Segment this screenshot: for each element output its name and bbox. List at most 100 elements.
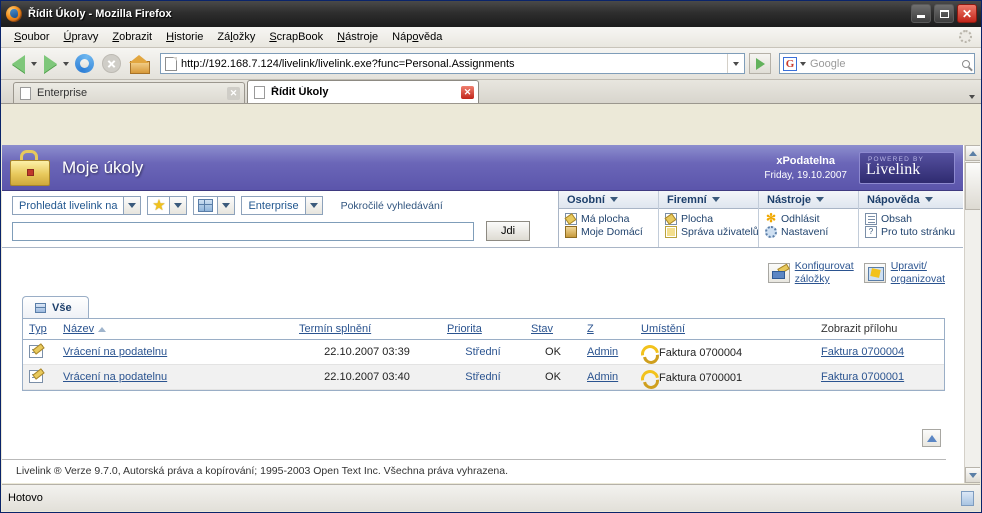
menu-item-odhlasit[interactable]: ✻ Odhlásit: [765, 212, 858, 225]
go-button[interactable]: [749, 53, 771, 74]
livelink-search-input[interactable]: [12, 221, 474, 241]
edit-organize-action[interactable]: Upravit/ organizovat: [863, 260, 945, 286]
configure-bookmarks-action[interactable]: Konfigurovat záložky: [767, 260, 854, 286]
menubar-gear-icon[interactable]: [959, 30, 973, 44]
column-header-termin[interactable]: Termín splnění: [293, 319, 441, 341]
menu-item-nastaveni[interactable]: Nastavení: [765, 226, 858, 238]
browser-tab-ridit-ukoly[interactable]: Řídit Úkoly ✕: [247, 80, 479, 103]
search-toolbar: Prohledát livelink na ★ Enterprise Pokro…: [2, 191, 558, 247]
menu-item-zobrazit[interactable]: Zobrazit: [105, 29, 159, 45]
reload-icon[interactable]: [75, 54, 94, 73]
minimize-button[interactable]: [911, 4, 931, 23]
home-icon[interactable]: [129, 54, 150, 74]
search-scope-dropdown[interactable]: Prohledát livelink na: [12, 196, 142, 215]
cell-name[interactable]: Vrácení na podatelnu: [57, 339, 293, 366]
cell-status: OK: [525, 364, 581, 391]
cell-name[interactable]: Vrácení na podatelnu: [57, 364, 293, 391]
column-header-z[interactable]: Z: [581, 319, 635, 341]
menu-item-sprava-uzivatelu[interactable]: Správa uživatelů: [665, 226, 759, 238]
close-button[interactable]: ✕: [957, 4, 977, 23]
google-icon[interactable]: G: [783, 56, 797, 71]
search-icon[interactable]: [958, 54, 974, 73]
cell-location[interactable]: Faktura 0700001: [635, 364, 815, 391]
scrollbar-thumb[interactable]: [965, 162, 980, 210]
edit-organize-label[interactable]: Upravit/ organizovat: [891, 260, 945, 286]
workflow-icon: [641, 370, 655, 383]
menu-header-napoveda[interactable]: Nápověda: [859, 191, 963, 209]
menu-header-firemni[interactable]: Firemní: [659, 191, 758, 209]
menu-item-pro-tuto-stranku[interactable]: ? Pro tuto stránku: [865, 226, 963, 238]
configure-bookmarks-label[interactable]: Konfigurovat záložky: [795, 260, 854, 286]
search-scope-caret-icon[interactable]: [123, 197, 141, 214]
column-header-typ[interactable]: Typ: [23, 319, 57, 341]
tab-vse[interactable]: Vše: [22, 296, 89, 319]
cell-from[interactable]: Admin: [581, 364, 635, 391]
column-header-umisteni[interactable]: Umístění: [635, 319, 815, 341]
favorites-caret-icon[interactable]: [169, 197, 187, 214]
tab-list-dropdown-icon[interactable]: [968, 95, 975, 99]
help-page-icon: ?: [865, 226, 877, 238]
cell-attachment[interactable]: Faktura 0700004: [815, 339, 944, 366]
stop-icon[interactable]: [102, 54, 121, 73]
grid-caret-icon[interactable]: [217, 197, 235, 214]
back-dropdown-icon[interactable]: [31, 61, 37, 66]
star-icon: ★: [152, 196, 166, 214]
cell-attachment[interactable]: Faktura 0700001: [815, 364, 944, 391]
menu-item-label: Správa uživatelů: [681, 226, 759, 238]
page-scrollbar[interactable]: [964, 145, 980, 483]
browser-search-input[interactable]: Google: [806, 58, 958, 70]
slice-dropdown[interactable]: Enterprise: [241, 196, 323, 215]
menu-header-nastroje[interactable]: Nástroje: [759, 191, 858, 209]
cell-from[interactable]: Admin: [581, 339, 635, 366]
back-button[interactable]: [7, 54, 37, 74]
menu-item-zalozky[interactable]: Záložky: [210, 29, 262, 45]
advanced-search-link[interactable]: Pokročilé vyhledávání: [341, 200, 443, 212]
chevron-down-icon[interactable]: [609, 197, 618, 202]
url-bar[interactable]: http://192.168.7.124/livelink/livelink.e…: [160, 53, 745, 74]
scroll-up-button[interactable]: [965, 145, 980, 161]
browser-tab-enterprise[interactable]: Enterprise ✕: [13, 82, 245, 103]
menu-column-nastroje: Nástroje ✻ Odhlásit Nastavení: [759, 191, 859, 247]
cell-location[interactable]: Faktura 0700004: [635, 339, 815, 366]
column-header-nazev[interactable]: Název: [57, 319, 293, 341]
tab-close-icon[interactable]: ✕: [461, 85, 474, 99]
chevron-down-icon[interactable]: [711, 197, 720, 202]
slice-caret-icon[interactable]: [304, 197, 322, 214]
url-dropdown-icon[interactable]: [727, 54, 742, 73]
back-to-top-button[interactable]: [922, 429, 941, 447]
menu-header-label: Nápověda: [867, 193, 920, 206]
menu-item-nastroje[interactable]: Nástroje: [330, 29, 385, 45]
livelink-page: Moje úkoly xPodatelna Friday, 19.10.2007…: [2, 145, 963, 483]
menu-item-moje-domaci[interactable]: Moje Domácí: [565, 226, 658, 238]
menu-item-ma-plocha[interactable]: Má plocha: [565, 213, 658, 225]
menu-header-osobni[interactable]: Osobní: [559, 191, 658, 209]
forward-dropdown-icon[interactable]: [63, 61, 69, 66]
search-bar[interactable]: G Google: [779, 53, 975, 74]
menu-item-soubor[interactable]: Soubor: [7, 29, 56, 45]
table-row[interactable]: Vrácení na podatelnu 22.10.2007 03:40 St…: [23, 364, 944, 391]
forward-button[interactable]: [39, 54, 69, 74]
table-row[interactable]: Vrácení na podatelnu 22.10.2007 03:39 St…: [23, 339, 944, 366]
menu-item-plocha[interactable]: Plocha: [665, 213, 758, 225]
status-indicator-icon[interactable]: [961, 490, 974, 506]
menu-item-scrapbook[interactable]: ScrapBook: [262, 29, 330, 45]
chevron-down-icon[interactable]: [924, 197, 933, 202]
cell-priority: Střední: [441, 339, 525, 366]
window-title: Řídit Úkoly - Mozilla Firefox: [28, 8, 172, 20]
tab-close-icon[interactable]: ✕: [227, 86, 240, 100]
favorites-dropdown[interactable]: ★: [147, 196, 188, 215]
menu-item-obsah[interactable]: Obsah: [865, 213, 963, 225]
search-go-button[interactable]: Jdi: [486, 221, 530, 241]
menu-item-napoveda[interactable]: Nápověda: [385, 29, 449, 45]
grid-view-dropdown[interactable]: [193, 196, 236, 215]
grid-icon: [198, 199, 214, 212]
chevron-down-icon[interactable]: [816, 197, 825, 202]
livelink-banner: Moje úkoly xPodatelna Friday, 19.10.2007…: [2, 145, 963, 191]
url-text[interactable]: http://192.168.7.124/livelink/livelink.e…: [181, 58, 727, 70]
column-header-priorita[interactable]: Priorita: [441, 319, 525, 341]
menu-item-upravy[interactable]: Úpravy: [56, 29, 105, 45]
menu-item-historie[interactable]: Historie: [159, 29, 210, 45]
scroll-down-button[interactable]: [965, 467, 980, 483]
column-header-stav[interactable]: Stav: [525, 319, 581, 341]
maximize-button[interactable]: [934, 4, 954, 23]
